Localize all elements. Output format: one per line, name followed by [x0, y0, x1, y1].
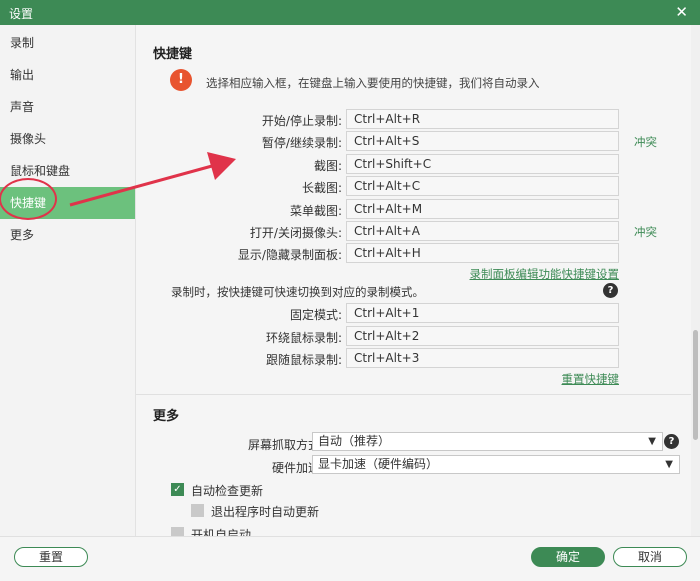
exit-update-label: 退出程序时自动更新 — [211, 505, 320, 519]
hotkey-input-long-screenshot[interactable]: Ctrl+Alt+C — [346, 176, 619, 196]
hotkey-label: 暂停/继续录制: — [261, 136, 342, 150]
sidebar-item-more[interactable]: 更多 — [0, 219, 135, 251]
panel-hotkey-settings-link[interactable]: 录制面板编辑功能快捷键设置 — [470, 266, 620, 282]
auto-update-checkbox[interactable]: ✓ — [171, 483, 184, 496]
sidebar-item-record[interactable]: 录制 — [0, 27, 135, 59]
mode-label: 跟随鼠标录制: — [265, 353, 342, 367]
section-divider — [136, 394, 691, 395]
sidebar-item-audio[interactable]: 声音 — [0, 91, 135, 123]
title-bar: 设置 ✕ — [0, 0, 700, 25]
reset-button[interactable]: 重置 — [14, 547, 88, 567]
window-title: 设置 — [9, 7, 34, 21]
hw-accel-select[interactable]: 显卡加速（硬件编码） ▼ — [312, 455, 680, 474]
hotkey-input-camera-toggle[interactable]: Ctrl+Alt+A — [346, 221, 619, 241]
mode-note: 录制时，按快捷键可快速切换到对应的录制模式。 — [171, 285, 424, 299]
scrollbar[interactable] — [691, 25, 700, 536]
conflict-badge: 冲突 — [634, 135, 657, 149]
hotkey-label: 菜单截图: — [289, 204, 342, 218]
reset-hotkeys-link[interactable]: 重置快捷键 — [562, 371, 620, 387]
hotkey-input-panel-toggle[interactable]: Ctrl+Alt+H — [346, 243, 619, 263]
mode-label: 固定模式: — [289, 308, 342, 322]
chevron-down-icon: ▼ — [665, 459, 673, 470]
hotkeys-section-title: 快捷键 — [153, 47, 193, 62]
hotkey-label: 开始/停止录制: — [261, 114, 342, 128]
hotkey-input-start-stop[interactable]: Ctrl+Alt+R — [346, 109, 619, 129]
ok-button[interactable]: 确定 — [531, 547, 605, 567]
hotkey-label: 显示/隐藏录制面板: — [237, 248, 342, 262]
startup-label: 开机自启动 — [191, 528, 252, 536]
hotkeys-note: 选择相应输入框，在键盘上输入要使用的快捷键，我们将自动录入 — [206, 76, 540, 90]
hotkey-input-follow-mouse[interactable]: Ctrl+Alt+3 — [346, 348, 619, 368]
sidebar-item-camera[interactable]: 摄像头 — [0, 123, 135, 155]
startup-checkbox[interactable] — [171, 527, 184, 536]
hotkey-input-screenshot[interactable]: Ctrl+Shift+C — [346, 154, 619, 174]
chevron-down-icon: ▼ — [648, 436, 656, 447]
auto-update-label: 自动检查更新 — [191, 484, 264, 498]
hw-accel-value: 显卡加速（硬件编码） — [318, 457, 439, 471]
conflict-badge: 冲突 — [634, 225, 657, 239]
scrollbar-thumb[interactable] — [693, 330, 698, 440]
exit-update-checkbox[interactable] — [191, 504, 204, 517]
hotkey-label: 打开/关闭摄像头: — [249, 226, 342, 240]
hotkey-input-around-mouse[interactable]: Ctrl+Alt+2 — [346, 326, 619, 346]
sidebar-item-output[interactable]: 输出 — [0, 59, 135, 91]
hotkey-label: 截图: — [313, 159, 342, 173]
sidebar: 录制 输出 声音 摄像头 鼠标和键盘 快捷键 更多 — [0, 25, 136, 536]
help-icon[interactable]: ? — [664, 434, 679, 449]
hotkey-input-fixed-mode[interactable]: Ctrl+Alt+1 — [346, 303, 619, 323]
capture-mode-value: 自动（推荐） — [318, 434, 391, 448]
cancel-button[interactable]: 取消 — [613, 547, 687, 567]
hotkey-input-menu-screenshot[interactable]: Ctrl+Alt+M — [346, 199, 619, 219]
help-icon[interactable]: ? — [603, 283, 618, 298]
close-icon[interactable]: ✕ — [675, 3, 688, 21]
hotkey-label: 长截图: — [301, 181, 342, 195]
mode-label: 环绕鼠标录制: — [265, 331, 342, 345]
capture-mode-select[interactable]: 自动（推荐） ▼ — [312, 432, 663, 451]
annotation-circle — [0, 178, 57, 220]
footer: 重置 确定 取消 — [0, 536, 700, 581]
settings-content: 快捷键 ! 选择相应输入框，在键盘上输入要使用的快捷键，我们将自动录入 开始/停… — [136, 25, 691, 536]
hotkey-input-pause-resume[interactable]: Ctrl+Alt+S — [346, 131, 619, 151]
more-section-title: 更多 — [153, 409, 180, 424]
warning-icon: ! — [170, 69, 192, 91]
